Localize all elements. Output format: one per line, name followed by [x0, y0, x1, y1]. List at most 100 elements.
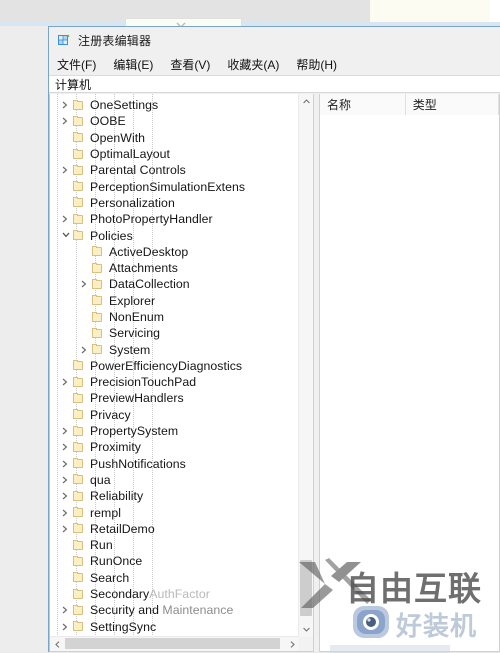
- scroll-left-button[interactable]: [50, 637, 64, 652]
- tree-item-label: PropertySystem: [90, 424, 179, 439]
- tree-item[interactable]: Parental Controls: [50, 162, 299, 178]
- tree-item[interactable]: NonEnum: [50, 309, 299, 325]
- tree-item[interactable]: OneSettings: [50, 97, 299, 113]
- chevron-right-icon[interactable]: [59, 113, 72, 129]
- tree-item[interactable]: Servicing: [50, 325, 299, 341]
- tree-item[interactable]: qua: [50, 472, 299, 488]
- chevron-right-icon[interactable]: [78, 342, 91, 358]
- folder-icon: [72, 490, 85, 502]
- tree-item-label: Proximity: [90, 440, 142, 455]
- tree-item-label: Attachments: [109, 261, 178, 276]
- tree-item[interactable]: Policies: [50, 227, 299, 243]
- folder-icon: [91, 262, 104, 274]
- tree-item[interactable]: Personalization: [50, 195, 299, 211]
- tree-item[interactable]: PrecisionTouchPad: [50, 374, 299, 390]
- folder-icon: [72, 458, 85, 469]
- tree-item[interactable]: PhotoPropertyHandler: [50, 211, 299, 227]
- menu-file[interactable]: 文件(F): [57, 56, 96, 73]
- folder-icon: [72, 360, 85, 371]
- tree-item[interactable]: OpenWith: [50, 130, 299, 146]
- tree-item[interactable]: DataCollection: [50, 276, 299, 292]
- folder-icon: [72, 197, 85, 208]
- chevron-right-icon[interactable]: [59, 456, 72, 472]
- chevron-right-icon[interactable]: [59, 488, 72, 504]
- tree-item[interactable]: OOBE: [50, 113, 299, 129]
- chevron-right-icon[interactable]: [59, 521, 72, 537]
- address-bar[interactable]: 计算机: [49, 75, 500, 93]
- tree-item-label: RunOnce: [90, 554, 143, 569]
- tree-item[interactable]: RunOnce: [50, 553, 299, 569]
- scroll-right-button[interactable]: [285, 637, 299, 651]
- registry-editor-window: 注册表编辑器 文件(F) 编辑(E) 查看(V) 收藏夹(A) 帮助(H) 计算…: [48, 26, 500, 652]
- chevron-right-icon[interactable]: [59, 472, 72, 488]
- tree-item[interactable]: SettingSync: [50, 619, 299, 635]
- tree-item[interactable]: PropertySystem: [50, 423, 299, 439]
- tree-item[interactable]: Run: [50, 537, 299, 553]
- chevron-right-icon[interactable]: [59, 505, 72, 521]
- menu-favorites[interactable]: 收藏夹(A): [227, 56, 279, 73]
- tree-item[interactable]: rempl: [50, 504, 299, 520]
- scroll-up-button[interactable]: [299, 94, 313, 109]
- tree-item[interactable]: Security and Maintenance: [50, 602, 299, 618]
- folder-icon: [72, 99, 85, 111]
- watermark-secondary-text: 好装机: [396, 612, 478, 642]
- chevron-right-icon[interactable]: [59, 423, 72, 439]
- tree-item[interactable]: Reliability: [50, 488, 299, 504]
- chevron-right-icon[interactable]: [59, 602, 72, 618]
- column-header-type[interactable]: 类型: [406, 94, 499, 115]
- registry-editor-icon: [57, 33, 71, 47]
- folder-icon: [72, 115, 85, 127]
- tree-item[interactable]: System: [50, 341, 299, 357]
- chevron-right-icon[interactable]: [59, 439, 72, 455]
- tree-item-label: OpenWith: [90, 130, 146, 145]
- menu-view[interactable]: 查看(V): [170, 56, 210, 73]
- chevron-right-icon[interactable]: [59, 374, 72, 390]
- tree-item[interactable]: RetailDemo: [50, 521, 299, 537]
- chevron-right-icon[interactable]: [78, 276, 91, 292]
- address-path: 计算机: [55, 77, 92, 92]
- tree-item[interactable]: Attachments: [50, 260, 299, 276]
- tree-item-label: SettingSync: [90, 619, 157, 634]
- tree-item[interactable]: SecondaryAuthFactor: [50, 586, 299, 602]
- tree-item-label: PowerEfficiencyDiagnostics: [90, 358, 243, 373]
- chevron-right-icon[interactable]: [59, 211, 72, 227]
- tree-item[interactable]: PushNotifications: [50, 456, 299, 472]
- menu-help[interactable]: 帮助(H): [296, 56, 337, 73]
- chevron-right-icon[interactable]: [59, 619, 72, 635]
- chevron-right-icon[interactable]: [59, 97, 72, 113]
- tree-item-label: SecondaryAuthFactor: [90, 587, 210, 602]
- tree-item-label: NonEnum: [109, 310, 165, 324]
- tree-item-label: Privacy: [90, 407, 131, 422]
- tree-horizontal-scrollbar[interactable]: [50, 636, 299, 651]
- tree-item-label: Parental Controls: [90, 163, 186, 178]
- scroll-down-button[interactable]: [299, 622, 313, 637]
- chevron-right-icon[interactable]: [59, 162, 72, 178]
- folder-icon: [72, 132, 85, 143]
- tree-item[interactable]: Privacy: [50, 407, 299, 423]
- tree-item[interactable]: PreviewHandlers: [50, 390, 299, 406]
- folder-icon: [91, 246, 104, 257]
- menu-bar: 文件(F) 编辑(E) 查看(V) 收藏夹(A) 帮助(H): [49, 53, 500, 75]
- folder-icon: [72, 523, 85, 534]
- chevron-down-icon[interactable]: [59, 228, 72, 244]
- values-column-header: 名称 类型: [320, 94, 499, 116]
- tree-item-label: qua: [90, 472, 111, 487]
- tree-horizontal-scroll-thumb[interactable]: [65, 638, 280, 649]
- folder-icon: [72, 441, 85, 453]
- folder-icon: [72, 164, 85, 176]
- folder-icon: [72, 572, 85, 583]
- tree-item[interactable]: PerceptionSimulationExtens: [50, 178, 299, 194]
- tree-item[interactable]: Search: [50, 570, 299, 586]
- tree-item[interactable]: PowerEfficiencyDiagnostics: [50, 358, 299, 374]
- tree-item[interactable]: Proximity: [50, 439, 299, 455]
- column-header-name[interactable]: 名称: [320, 94, 406, 115]
- registry-tree-pane[interactable]: OneSettings OOBE OpenWith OptimalLayout Pare…: [49, 94, 314, 652]
- tree-item[interactable]: OptimalLayout: [50, 146, 299, 162]
- tree-item-label: rempl: [90, 505, 121, 520]
- menu-edit[interactable]: 编辑(E): [113, 56, 153, 73]
- tree-item[interactable]: ActiveDesktop: [50, 244, 299, 260]
- tree-item[interactable]: Explorer: [50, 293, 299, 309]
